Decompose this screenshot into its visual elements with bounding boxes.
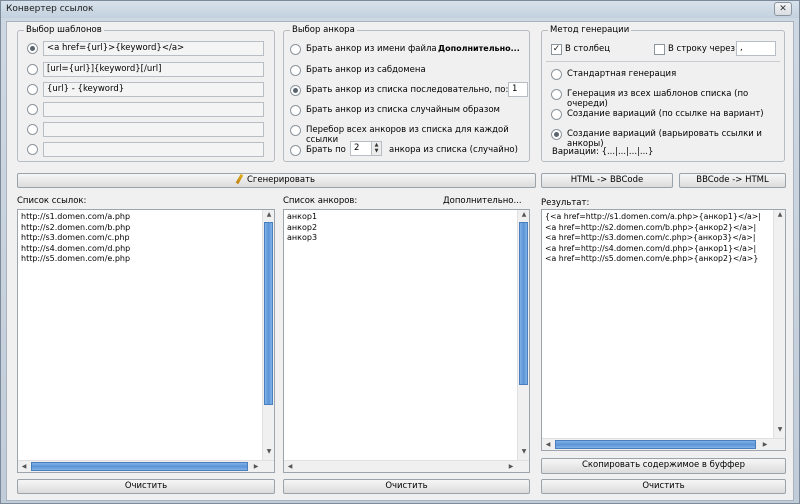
method-group: Метод генерации ✓ В столбец В строку чер… [541, 25, 785, 162]
template-field-4[interactable] [43, 102, 264, 117]
template-field-6[interactable] [43, 142, 264, 157]
anchors-label: Список анкоров: [283, 196, 358, 206]
anchor-take-by-input[interactable]: 2 [350, 141, 372, 156]
result-hscrollbar[interactable]: ◀ ▶ [542, 438, 785, 450]
scroll-up-icon[interactable]: ▲ [518, 211, 530, 218]
links-label: Список ссылок: [17, 196, 87, 206]
method-radio-variations-vary[interactable] [551, 129, 562, 140]
bbcode-to-html-button[interactable]: BBCode -> HTML [679, 173, 786, 188]
scroll-right-icon[interactable]: ▶ [505, 463, 517, 470]
anchors-text: анкор1 анкор2 анкор3 [287, 212, 318, 242]
method-radio-variations-per-link[interactable] [551, 109, 562, 120]
template-field-2[interactable]: [url={url}]{keyword}[/url] [43, 62, 264, 77]
copy-to-clipboard-button[interactable]: Скопировать содержимое в буффер [541, 458, 786, 474]
scroll-down-icon[interactable]: ▼ [263, 448, 275, 455]
anchors-textarea[interactable]: анкор1 анкор2 анкор3 ▲ ▼ ◀ ▶ [283, 209, 530, 473]
anchor-radio-list-seq[interactable] [290, 85, 301, 96]
result-vscrollbar[interactable]: ▲ ▼ [773, 210, 785, 438]
scroll-down-icon[interactable]: ▼ [774, 426, 786, 433]
generate-button[interactable]: Сгенерировать [17, 173, 536, 188]
result-hscroll-thumb[interactable] [555, 440, 756, 449]
links-text: http://s1.domen.com/a.php http://s2.dome… [21, 212, 131, 263]
scroll-up-icon[interactable]: ▲ [263, 211, 275, 218]
variations-format-label: Вариации: {...|...|...|...} [552, 147, 654, 157]
anchor-radio-subdomain[interactable] [290, 65, 301, 76]
clear-anchors-button[interactable]: Очистить [283, 479, 530, 494]
template-field-1[interactable]: <a href={url}>{keyword}</a> [43, 41, 264, 56]
client-area: Выбор шаблонов <a href={url}>{keyword}</… [6, 21, 794, 501]
method-label-variations-vary: Создание вариаций (варьировать ссылки и … [567, 129, 762, 149]
column-checkbox[interactable]: ✓ [551, 44, 562, 55]
result-label: Результат: [541, 198, 590, 208]
template-radio-5[interactable] [27, 124, 38, 135]
row-checkbox[interactable] [654, 44, 665, 55]
template-field-5[interactable] [43, 122, 264, 137]
anchor-label-take-by: Брать по [306, 145, 346, 155]
anchor-radio-take-by[interactable] [290, 145, 301, 156]
scroll-right-icon[interactable]: ▶ [250, 463, 262, 470]
templates-group-title: Выбор шаблонов [24, 25, 104, 35]
method-divider [546, 61, 780, 62]
result-text: {<a href=http://s1.domen.com/a.php>{анко… [545, 212, 761, 263]
title-bar[interactable]: Конвертер ссылок ✕ [1, 1, 799, 18]
anchors-vscroll-thumb[interactable] [519, 222, 528, 385]
scroll-right-icon[interactable]: ▶ [759, 441, 771, 448]
close-icon[interactable]: ✕ [774, 2, 792, 16]
anchor-group: Выбор анкора Брать анкор из имени файла … [283, 25, 530, 162]
anchors-hscrollbar[interactable]: ◀ ▶ [284, 460, 529, 472]
scroll-down-icon[interactable]: ▼ [518, 448, 530, 455]
template-radio-3[interactable] [27, 84, 38, 95]
anchor-label-subdomain: Брать анкор из сабдомена [306, 65, 426, 75]
scroll-left-icon[interactable]: ◀ [18, 463, 30, 470]
column-label: В столбец [565, 44, 611, 54]
html-to-bbcode-button[interactable]: HTML -> BBCode [541, 173, 673, 188]
anchor-group-title: Выбор анкора [290, 25, 357, 35]
anchor-label-list-random: Брать анкор из списка случайным образом [306, 105, 500, 115]
method-label-standard: Стандартная генерация [567, 69, 677, 79]
links-hscroll-thumb[interactable] [31, 462, 248, 471]
anchor-label-filename: Брать анкор из имени файла [306, 44, 437, 54]
scroll-left-icon[interactable]: ◀ [284, 463, 296, 470]
anchor-label-take-by-suffix: анкора из списка (случайно) [389, 145, 518, 155]
links-textarea[interactable]: http://s1.domen.com/a.php http://s2.dome… [17, 209, 275, 473]
anchor-more-link[interactable]: Дополнительно... [438, 44, 520, 53]
anchor-radio-iterate[interactable] [290, 125, 301, 136]
anchors-vscrollbar[interactable]: ▲ ▼ [517, 210, 529, 460]
app-window: Конвертер ссылок ✕ Выбор шаблонов <a hre… [0, 0, 800, 504]
scroll-left-icon[interactable]: ◀ [542, 441, 554, 448]
generate-button-label: Сгенерировать [246, 175, 316, 185]
method-radio-standard[interactable] [551, 69, 562, 80]
links-vscroll-thumb[interactable] [264, 222, 273, 405]
anchor-seq-input[interactable]: 1 [508, 82, 528, 97]
templates-group: Выбор шаблонов <a href={url}>{keyword}</… [17, 25, 275, 162]
template-radio-2[interactable] [27, 64, 38, 75]
row-separator-input[interactable]: , [736, 41, 776, 56]
clear-links-button[interactable]: Очистить [17, 479, 275, 494]
result-textarea[interactable]: {<a href=http://s1.domen.com/a.php>{анко… [541, 209, 786, 451]
template-radio-6[interactable] [27, 144, 38, 155]
scroll-up-icon[interactable]: ▲ [774, 211, 786, 218]
template-radio-1[interactable] [27, 43, 38, 54]
pencil-icon [235, 173, 244, 185]
template-field-3[interactable]: {url} - {keyword} [43, 82, 264, 97]
row-label: В строку через [668, 44, 736, 54]
method-radio-all-templates[interactable] [551, 89, 562, 100]
template-radio-4[interactable] [27, 104, 38, 115]
anchors-more-link[interactable]: Дополнительно... [443, 196, 522, 206]
method-label-all-templates: Генерация из всех шаблонов списка (по оч… [567, 89, 749, 109]
anchor-radio-filename[interactable] [290, 44, 301, 55]
method-group-title: Метод генерации [548, 25, 632, 35]
anchor-take-by-spinner[interactable]: ▲ ▼ [371, 141, 382, 156]
anchor-label-iterate: Перебор всех анкоров из списка для каждо… [306, 125, 509, 145]
clear-result-button[interactable]: Очистить [541, 479, 786, 494]
method-label-variations-per-link: Создание вариаций (по ссылке на вариант) [567, 109, 764, 119]
anchor-radio-list-random[interactable] [290, 105, 301, 116]
anchor-label-list-seq: Брать анкор из списка последовательно, п… [306, 85, 509, 95]
links-hscrollbar[interactable]: ◀ ▶ [18, 460, 274, 472]
window-title: Конвертер ссылок [6, 4, 94, 14]
links-vscrollbar[interactable]: ▲ ▼ [262, 210, 274, 460]
